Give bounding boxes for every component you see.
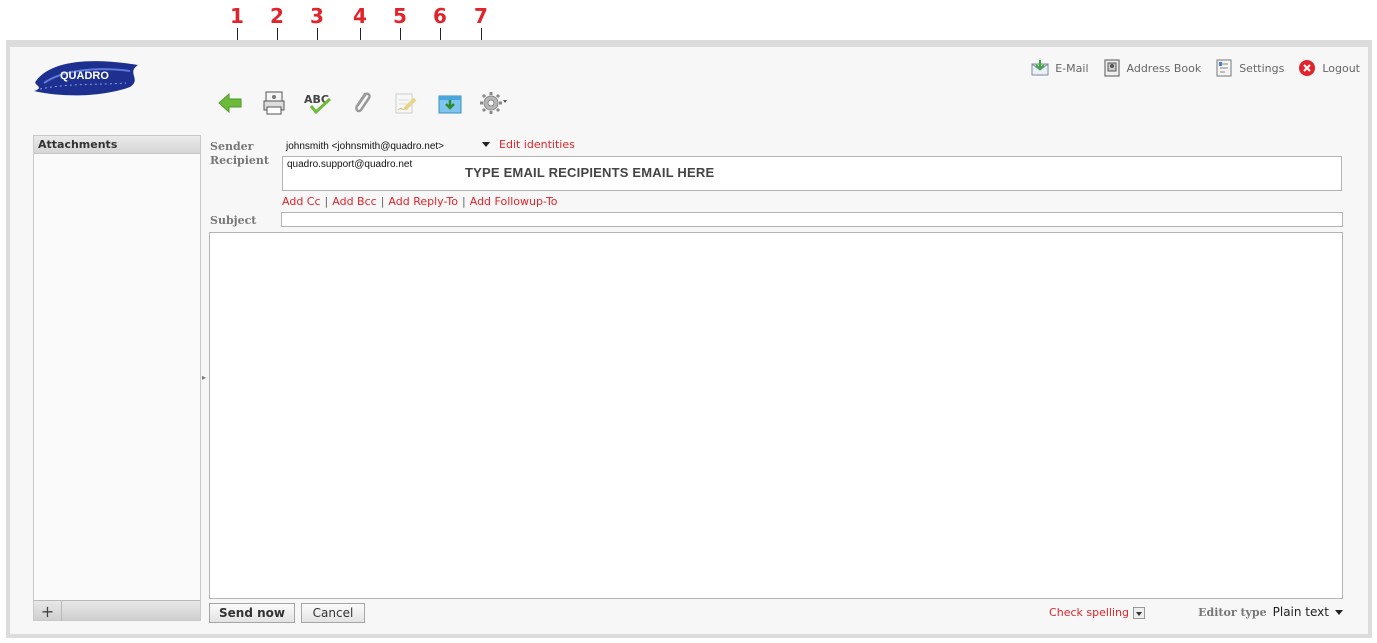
- callout-3: 3: [310, 4, 324, 28]
- chevron-down-icon: [482, 142, 490, 147]
- attachments-header: Attachments: [34, 136, 200, 154]
- add-header-links: Add Cc | Add Bcc | Add Reply-To | Add Fo…: [282, 195, 558, 208]
- settings-icon: [1215, 59, 1233, 77]
- nav-logout[interactable]: Logout: [1298, 59, 1360, 77]
- sender-value: johnsmith <johnsmith@quadro.net>: [286, 140, 445, 152]
- subject-input[interactable]: [281, 212, 1343, 227]
- check-spelling-link[interactable]: Check spelling: [1049, 606, 1129, 619]
- send-now-button[interactable]: Send now: [209, 603, 295, 623]
- save-draft-button[interactable]: [435, 89, 465, 119]
- nav-logout-label: Logout: [1322, 61, 1360, 75]
- top-navigation: E-Mail Address Book Settings Logout: [1031, 59, 1360, 77]
- message-body-editor[interactable]: [209, 232, 1343, 599]
- add-bcc-link[interactable]: Add Bcc: [332, 195, 376, 208]
- quadro-logo: QUADRO: [30, 57, 150, 101]
- print-icon: [263, 91, 285, 118]
- link-separator: |: [380, 195, 385, 208]
- add-attachment-button[interactable]: +: [34, 601, 62, 621]
- back-arrow-icon: [217, 92, 243, 117]
- compose-bottom-bar: Send now Cancel Check spelling Editor ty…: [209, 603, 1343, 625]
- callout-6: 6: [433, 4, 447, 28]
- nav-address-book-label: Address Book: [1126, 61, 1202, 75]
- recipient-hint-annotation: TYPE EMAIL RECIPIENTS EMAIL HERE: [465, 165, 715, 180]
- check-spelling-control: Check spelling: [1049, 606, 1145, 619]
- editor-type-select[interactable]: Plain text: [1273, 605, 1343, 619]
- back-button[interactable]: [215, 89, 245, 119]
- add-followup-to-link[interactable]: Add Followup-To: [470, 195, 558, 208]
- sender-label: Sender: [210, 140, 254, 153]
- callout-7: 7: [474, 4, 488, 28]
- compose-window: QUADRO E-Mail Address Book Settings Logo…: [10, 47, 1368, 634]
- attach-button[interactable]: [347, 89, 377, 119]
- nav-email[interactable]: E-Mail: [1031, 59, 1089, 77]
- save-draft-icon: [438, 92, 462, 117]
- callout-row: 1 2 3 4 5 6 7: [0, 4, 1377, 36]
- paperclip-icon: [351, 90, 373, 119]
- spellcheck-button[interactable]: ABC: [303, 89, 333, 119]
- recipient-input[interactable]: quadro.support@quadro.net TYPE EMAIL REC…: [282, 156, 1342, 191]
- address-book-icon: [1103, 59, 1121, 77]
- edit-identities-link[interactable]: Edit identities: [499, 138, 575, 151]
- options-button[interactable]: [479, 89, 509, 119]
- add-reply-to-link[interactable]: Add Reply-To: [388, 195, 458, 208]
- logo-wordmark: QUADRO: [60, 70, 109, 82]
- nav-address-book[interactable]: Address Book: [1103, 59, 1202, 77]
- compose-toolbar: ABC: [215, 89, 509, 119]
- email-download-icon: [1031, 59, 1049, 77]
- editor-type-value: Plain text: [1272, 605, 1329, 619]
- gear-icon: [479, 90, 509, 119]
- logout-icon: [1298, 59, 1316, 77]
- print-button[interactable]: [259, 89, 289, 119]
- nav-email-label: E-Mail: [1055, 61, 1089, 75]
- attachments-panel: Attachments +: [33, 135, 201, 621]
- recipient-label: Recipient: [210, 154, 269, 167]
- spelling-language-dropdown[interactable]: [1133, 606, 1145, 619]
- cancel-button[interactable]: Cancel: [301, 603, 365, 623]
- link-separator: |: [324, 195, 329, 208]
- callout-1: 1: [230, 4, 244, 28]
- callout-5: 5: [393, 4, 407, 28]
- nav-settings-label: Settings: [1239, 61, 1285, 75]
- signature-icon: [393, 91, 419, 118]
- spellcheck-icon: ABC: [303, 91, 333, 118]
- recipient-value: quadro.support@quadro.net: [287, 159, 413, 170]
- chevron-down-icon: [1335, 609, 1343, 615]
- sender-select[interactable]: johnsmith <johnsmith@quadro.net>: [282, 138, 492, 154]
- callout-2: 2: [270, 4, 284, 28]
- attachments-footer: +: [34, 600, 200, 621]
- editor-type-label: Editor type: [1198, 605, 1267, 619]
- panel-splitter-handle[interactable]: ▸: [202, 373, 206, 382]
- subject-label: Subject: [210, 214, 257, 227]
- link-separator: |: [462, 195, 466, 208]
- add-cc-link[interactable]: Add Cc: [282, 195, 321, 208]
- nav-settings[interactable]: Settings: [1215, 59, 1284, 77]
- signature-button[interactable]: [391, 89, 421, 119]
- callout-4: 4: [353, 4, 367, 28]
- editor-type-control: Editor type Plain text: [1198, 605, 1343, 619]
